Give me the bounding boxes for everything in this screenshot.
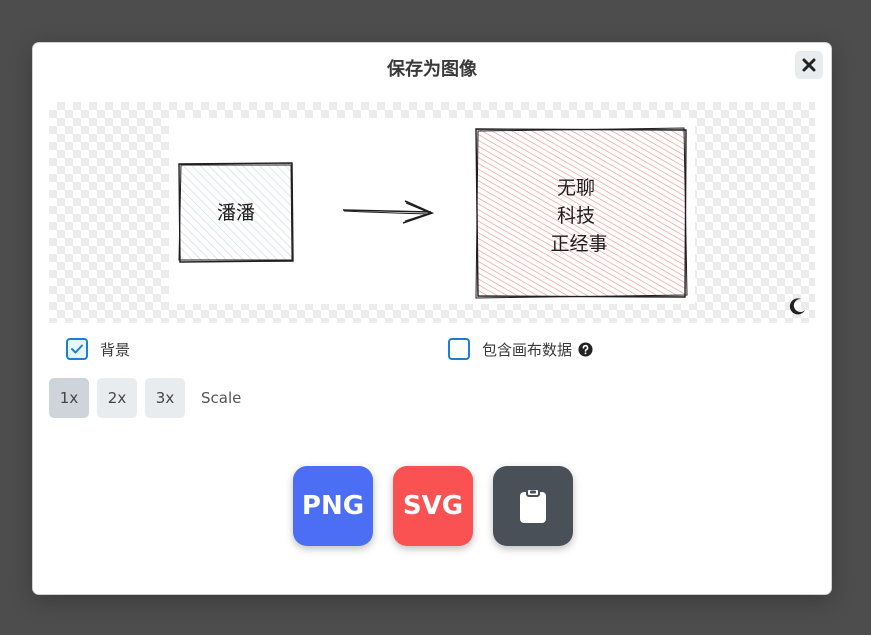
scale-3x-button[interactable]: 3x (145, 378, 185, 418)
close-icon (802, 58, 816, 72)
check-icon (71, 344, 83, 354)
left-box-text: 潘潘 (217, 202, 255, 224)
export-image-dialog: 保存为图像 潘潘 无聊 科技 正经事 背景 包含画布数据 1x 2x 3x Sc… (33, 43, 831, 594)
svg-text:无聊 科技 正经事: 无聊 科技 正经事 (550, 177, 607, 255)
right-box-line-2: 科技 (557, 205, 595, 227)
background-label: 背景 (100, 340, 131, 359)
background-checkbox[interactable] (66, 338, 88, 360)
right-box-line-3: 正经事 (550, 233, 607, 255)
scale-2x-button[interactable]: 2x (97, 378, 137, 418)
background-option[interactable]: 背景 (66, 336, 130, 362)
scale-selector: 1x 2x 3x Scale (49, 378, 241, 418)
dark-mode-toggle[interactable] (787, 295, 809, 317)
scale-label: Scale (201, 389, 242, 407)
export-svg-button[interactable]: SVG (393, 466, 473, 546)
embed-scene-option[interactable]: 包含画布数据 (448, 336, 593, 362)
export-buttons: PNG SVG (293, 466, 593, 546)
close-button[interactable] (795, 51, 823, 79)
export-png-button[interactable]: PNG (293, 466, 373, 546)
image-preview: 潘潘 无聊 科技 正经事 (49, 102, 815, 323)
embed-scene-checkbox[interactable] (448, 338, 470, 360)
copy-to-clipboard-button[interactable] (493, 466, 573, 546)
question-icon[interactable] (578, 341, 593, 357)
right-box-line-1: 无聊 (557, 177, 595, 199)
moon-icon (789, 298, 805, 315)
scale-1x-button[interactable]: 1x (49, 378, 89, 418)
preview-canvas: 潘潘 无聊 科技 正经事 (169, 118, 695, 304)
dialog-title: 保存为图像 (387, 59, 477, 80)
arrow-shape (342, 200, 435, 224)
embed-scene-label: 包含画布数据 (482, 340, 573, 359)
clipboard-icon (520, 488, 546, 523)
